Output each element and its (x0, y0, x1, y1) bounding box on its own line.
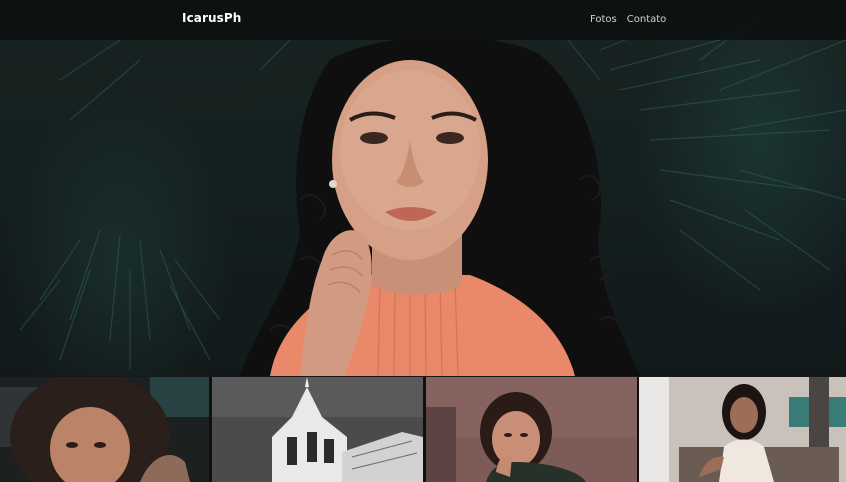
hero-banner (0, 0, 846, 376)
hero-portrait-image (19, 0, 846, 376)
woman-sitting-image (639, 377, 846, 482)
gallery-photo-1[interactable] (0, 377, 209, 482)
brand-logo[interactable]: IcarusPh (182, 11, 241, 25)
gallery-photo-3[interactable] (426, 377, 637, 482)
curly-hair-woman-image (0, 377, 209, 482)
gallery-photo-4[interactable] (639, 377, 846, 482)
nav-links: Fotos Contato (590, 14, 666, 25)
gallery-photo-2[interactable] (212, 377, 423, 482)
church-tower-image (212, 377, 423, 482)
nav-link-fotos[interactable]: Fotos (590, 14, 617, 25)
photo-gallery (0, 377, 846, 482)
top-navbar: IcarusPh Fotos Contato (0, 0, 846, 40)
nav-link-contato[interactable]: Contato (627, 14, 667, 25)
woman-chin-on-hand-image (426, 377, 637, 482)
